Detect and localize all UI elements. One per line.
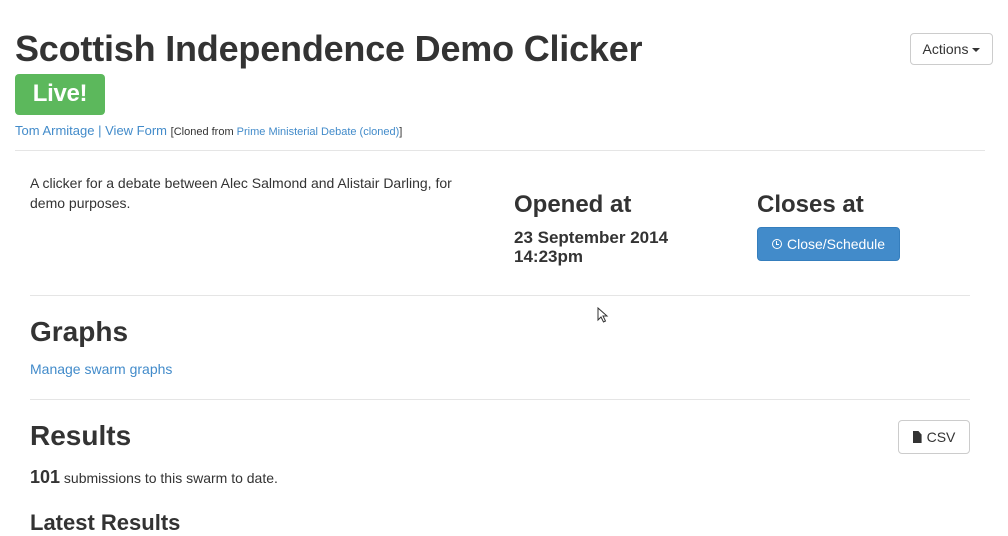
opened-at-date: 23 September 2014 [514,228,669,247]
csv-button-label: CSV [926,429,956,445]
divider [30,295,970,296]
manage-graphs-link[interactable]: Manage swarm graphs [30,361,172,377]
mouse-pointer-icon [597,307,609,323]
page-title: Scottish Independence Demo Clicker [15,28,643,69]
actions-dropdown-button[interactable]: Actions [910,33,993,65]
cloned-suffix: ] [399,126,403,138]
cloned-prefix: [Cloned from [170,126,237,138]
cloned-source-link[interactable]: Prime Ministerial Debate (cloned) [237,126,400,138]
actions-button-label: Actions [922,41,969,57]
submission-count: 101 [30,467,61,487]
submission-summary: 101 submissions to this swarm to date. [30,467,278,488]
opened-at-time: 14:23pm [514,247,583,266]
status-badge: Live! [15,74,105,115]
results-heading: Results [30,420,132,451]
clock-icon [771,239,782,249]
file-icon [912,431,922,443]
submission-text: submissions to this swarm to date. [60,470,278,486]
close-schedule-button[interactable]: Close/Schedule [757,227,900,261]
csv-download-button[interactable]: CSV [898,420,970,454]
divider [30,399,970,400]
meta-separator: | [98,123,102,138]
latest-results-heading: Latest Results [30,510,181,535]
page-header [15,150,985,151]
meta-line: Tom Armitage | View Form [Cloned from Pr… [15,123,402,138]
graphs-heading: Graphs [30,316,129,347]
author-link[interactable]: Tom Armitage [15,123,94,138]
close-schedule-label: Close/Schedule [786,236,886,252]
opened-at-value: 23 September 2014 14:23pm [514,228,714,266]
view-form-link[interactable]: View Form [105,123,167,138]
closes-at-heading: Closes at [757,191,864,218]
cloned-note: [Cloned from Prime Ministerial Debate (c… [171,126,403,138]
opened-at-heading: Opened at [514,191,632,218]
caret-down-icon [972,48,981,52]
swarm-description: A clicker for a debate between Alec Salm… [30,175,452,211]
